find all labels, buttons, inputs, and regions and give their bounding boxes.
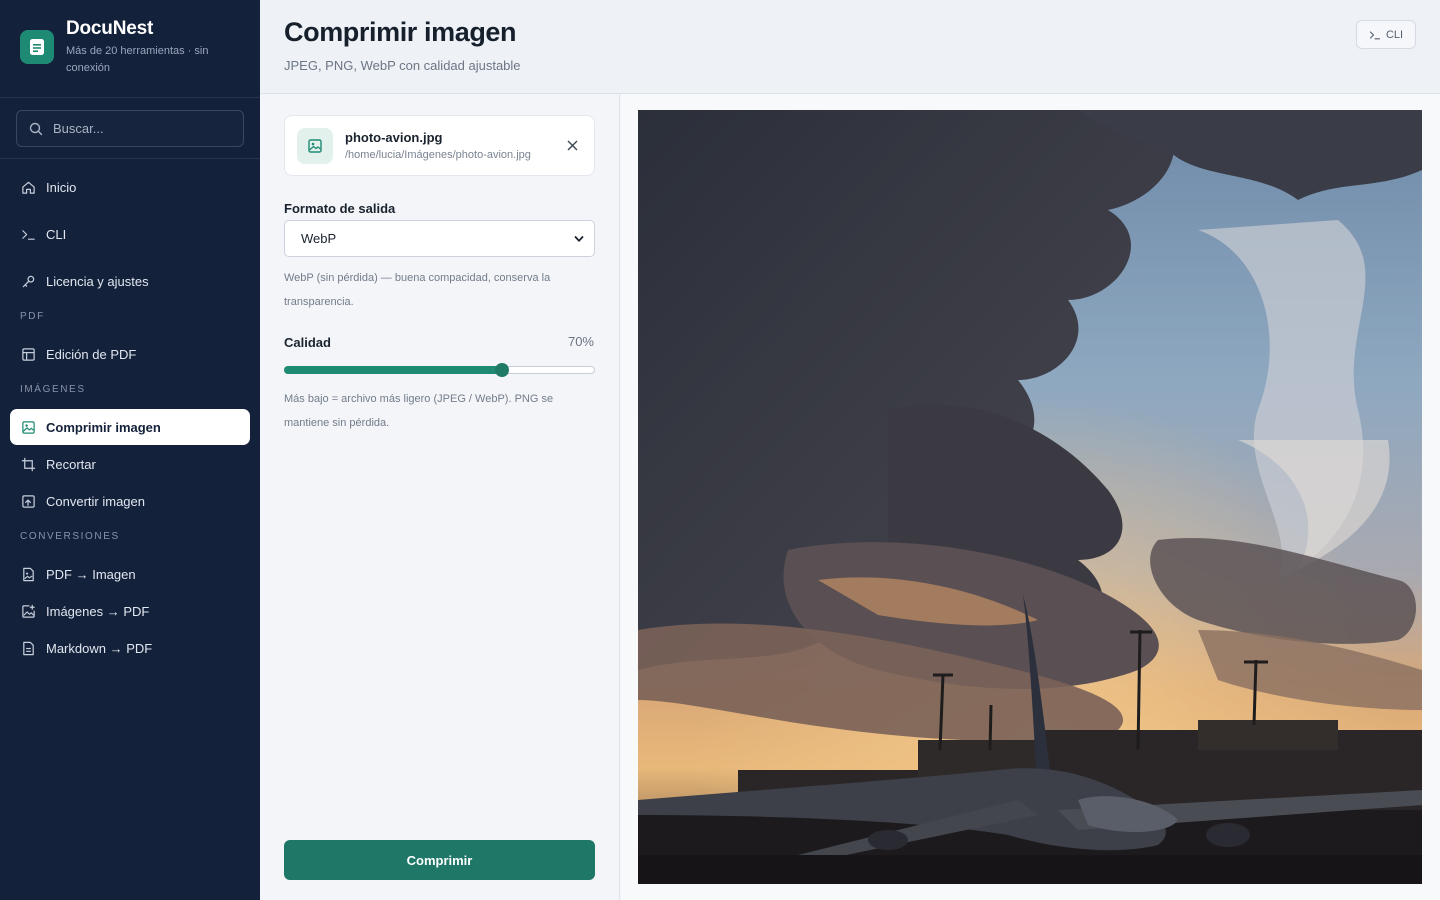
search-icon (29, 122, 43, 136)
remove-file-button[interactable] (562, 136, 582, 156)
layout-icon (20, 346, 36, 362)
sidebar-item-label: CLI (46, 226, 67, 242)
quality-help-text: Más bajo = archivo más ligero (JPEG / We… (284, 393, 554, 429)
sidebar-item-label: Convertir imagen (46, 493, 145, 509)
sidebar-item-pdf-imagen[interactable]: PDF → Imagen (10, 556, 250, 592)
sidebar-item-convertir-imagen[interactable]: Convertir imagen (10, 483, 250, 519)
sidebar-item-label: Comprimir imagen (46, 419, 161, 435)
format-label: Formato de salida (284, 201, 396, 216)
sidebar-item-cli[interactable]: CLI (10, 216, 250, 252)
chevron-down-icon (574, 234, 584, 244)
settings-panel: photo-avion.jpg /home/lucia/Imágenes/pho… (260, 94, 620, 900)
page-header: Comprimir imagen JPEG, PNG, WebP con cal… (260, 0, 1440, 94)
terminal-icon (1369, 29, 1381, 41)
sidebar-item-edicion-pdf[interactable]: Edición de PDF (10, 336, 250, 372)
search-box[interactable] (16, 110, 244, 147)
quality-slider[interactable] (284, 363, 595, 377)
sidebar-item-recortar[interactable]: Recortar (10, 446, 250, 482)
sidebar-item-licencia[interactable]: Licencia y ajustes (10, 263, 250, 299)
sidebar: DocuNest Más de 20 herramientas · sin co… (0, 0, 260, 900)
image-file-icon (297, 127, 333, 164)
image-convert-icon (20, 493, 36, 509)
slider-thumb[interactable] (494, 363, 509, 377)
image-compress-icon (20, 419, 36, 435)
cli-button[interactable]: CLI (1356, 20, 1416, 49)
app-logo-icon (20, 30, 54, 64)
sidebar-nav: Inicio CLI Licencia y ajustes PDF Edició… (0, 159, 260, 666)
format-help-text: WebP (sin pérdida) — buena compacidad, c… (284, 272, 551, 308)
sidebar-item-label: Imágenes → PDF (46, 603, 150, 619)
home-icon (20, 179, 36, 195)
section-title-imagenes: IMÁGENES (20, 384, 86, 395)
section-title-conversiones: CONVERSIONES (20, 531, 120, 542)
key-icon (20, 273, 36, 289)
search-input[interactable] (53, 121, 223, 136)
sidebar-item-label: Inicio (46, 179, 77, 195)
close-icon (567, 140, 578, 151)
format-select[interactable]: WebP (284, 220, 595, 257)
slider-fill (284, 366, 502, 374)
terminal-icon (20, 226, 36, 242)
quality-value: 70% (567, 334, 594, 349)
sidebar-item-label: PDF → Imagen (46, 566, 136, 582)
sidebar-item-label: Licencia y ajustes (46, 273, 149, 289)
app-name: DocuNest (66, 18, 154, 39)
sidebar-item-label: Markdown → PDF (46, 640, 153, 656)
image-plus-icon (20, 603, 36, 619)
page-title: Comprimir imagen (284, 17, 517, 47)
sidebar-item-label: Recortar (46, 456, 96, 472)
cli-button-label: CLI (1385, 28, 1404, 41)
format-selected-value: WebP (301, 231, 337, 246)
compress-button[interactable]: Comprimir (284, 840, 595, 880)
sidebar-item-markdown-pdf[interactable]: Markdown → PDF (10, 630, 250, 666)
section-title-pdf: PDF (20, 311, 45, 322)
crop-icon (20, 456, 36, 472)
quality-label: Calidad (284, 335, 331, 350)
app-tagline: Más de 20 herramientas · sin conexión (66, 45, 209, 74)
sidebar-item-imagenes-pdf[interactable]: Imágenes → PDF (10, 593, 250, 629)
brand: DocuNest Más de 20 herramientas · sin co… (0, 0, 260, 98)
image-preview-area (621, 94, 1440, 900)
file-name: photo-avion.jpg (345, 130, 443, 145)
page-subtitle: JPEG, PNG, WebP con calidad ajustable (284, 58, 521, 73)
selected-file-card: photo-avion.jpg /home/lucia/Imágenes/pho… (284, 115, 595, 176)
image-preview (638, 110, 1422, 884)
file-path: /home/lucia/Imágenes/photo-avion.jpg (345, 149, 531, 161)
file-text-icon (20, 640, 36, 656)
sidebar-item-comprimir-imagen[interactable]: Comprimir imagen (10, 409, 250, 445)
sidebar-item-label: Edición de PDF (46, 346, 137, 362)
sunset-airplane-photo (638, 110, 1422, 884)
sidebar-item-inicio[interactable]: Inicio (10, 169, 250, 205)
file-image-icon (20, 566, 36, 582)
